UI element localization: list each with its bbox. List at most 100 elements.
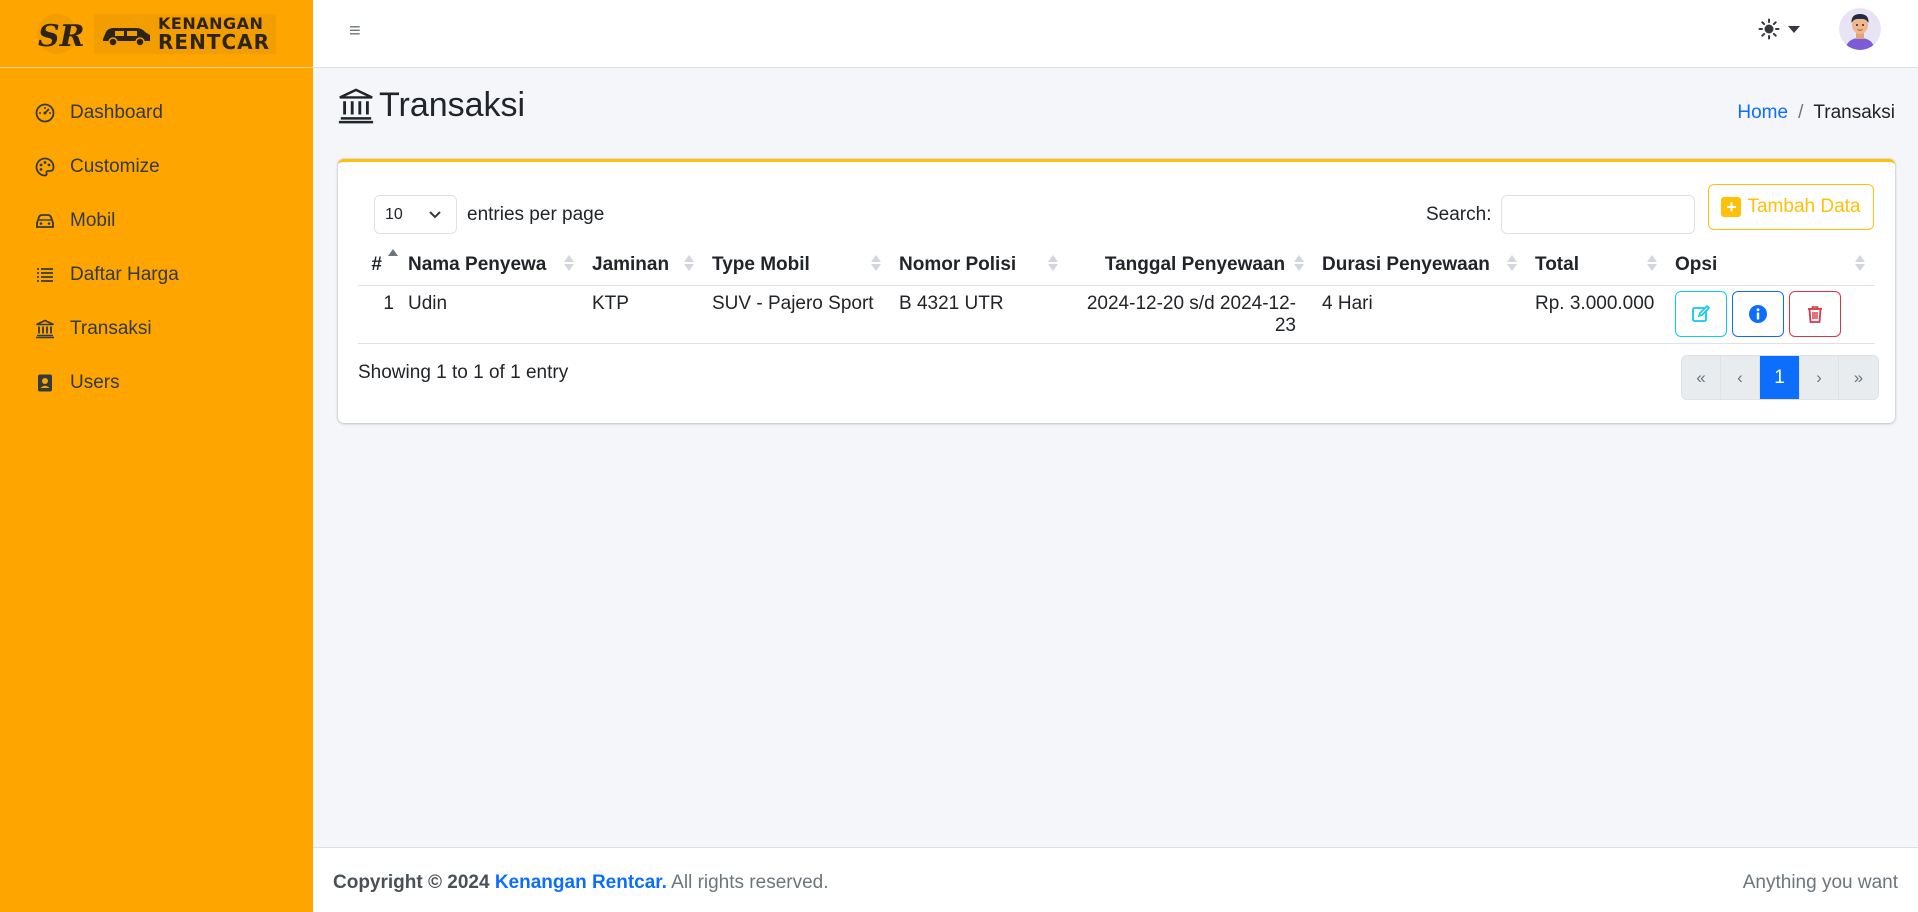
table-row: 1 Udin KTP SUV - Pajero Sport B 4321 UTR… — [358, 285, 1875, 344]
brand[interactable]: SR KENANGAN RENTCAR — [0, 0, 313, 68]
entries-per-page: 10 entries per page — [374, 195, 604, 234]
cell-durasi: 4 Hari — [1314, 285, 1527, 344]
edit-button[interactable] — [1675, 290, 1727, 337]
sidebar-item-label: Mobil — [70, 210, 116, 231]
sidebar-item-label: Users — [70, 372, 120, 393]
info-circle-icon — [1749, 304, 1767, 323]
page-current-button[interactable]: 1 — [1760, 356, 1800, 399]
brand-wordmark: KENANGAN RENTCAR — [94, 13, 276, 54]
page-title: Transaksi — [337, 86, 1897, 125]
col-header-opsi[interactable]: Opsi — [1667, 245, 1875, 286]
table-header-row: # Nama Penyewa Jaminan Type Mobil Nomor … — [358, 245, 1875, 286]
cell-type: SUV - Pajero Sport — [704, 285, 891, 344]
sort-icon — [1647, 255, 1657, 271]
sidebar-item-transaksi[interactable]: Transaksi — [0, 302, 313, 356]
cell-tanggal: 2024-12-20 s/d 2024-12-23 — [1068, 285, 1314, 344]
chevron-down-icon — [1788, 25, 1800, 33]
sort-icon — [1048, 255, 1058, 271]
add-data-button[interactable]: + Tambah Data — [1708, 184, 1874, 230]
search: Search: — [1426, 195, 1696, 234]
page-next-button[interactable]: › — [1800, 356, 1839, 399]
pencil-square-icon — [1692, 304, 1711, 322]
breadcrumb-current: Transaksi — [1813, 102, 1895, 123]
company-link[interactable]: Kenangan Rentcar. — [495, 872, 667, 893]
chevron-down-icon — [429, 210, 441, 218]
col-header-tanggal[interactable]: Tanggal Penyewaan — [1068, 245, 1314, 286]
menu-toggle-icon[interactable]: ≡ — [349, 20, 361, 43]
page-prev-button[interactable]: ‹ — [1721, 356, 1760, 399]
page-last-button[interactable]: » — [1839, 356, 1878, 399]
search-input[interactable] — [1501, 195, 1696, 234]
sort-icon — [1855, 255, 1865, 271]
brand-logo-icon: SR — [30, 12, 84, 56]
palette-icon — [34, 156, 56, 178]
car-icon — [34, 210, 56, 232]
copyright: Copyright © 2024 Kenangan Rentcar. All r… — [333, 872, 829, 894]
person-badge-icon — [34, 372, 56, 394]
car-logo-icon — [103, 27, 150, 47]
sidebar-item-daftar-harga[interactable]: Daftar Harga — [0, 248, 313, 302]
avatar[interactable] — [1839, 8, 1881, 50]
breadcrumb-home[interactable]: Home — [1737, 102, 1788, 124]
footer: Copyright © 2024 Kenangan Rentcar. All r… — [313, 847, 1918, 912]
sidebar-nav: Dashboard Customize Mobil Daftar Harga T… — [0, 68, 313, 410]
brand-line2: RENTCAR — [158, 29, 270, 54]
sidebar-item-label: Customize — [70, 156, 160, 177]
col-header-jaminan[interactable]: Jaminan — [584, 245, 704, 286]
sort-icon — [564, 255, 574, 271]
pagination: « ‹ 1 › » — [1681, 355, 1879, 400]
row-actions — [1675, 290, 1875, 337]
svg-text:SR: SR — [38, 19, 84, 54]
cell-no: 1 — [358, 285, 400, 344]
sidebar-item-mobil[interactable]: Mobil — [0, 194, 313, 248]
rights-text: All rights reserved. — [671, 872, 829, 893]
col-header-nama[interactable]: Nama Penyewa — [400, 245, 584, 286]
topbar: ≡ — [313, 0, 1918, 68]
col-header-total[interactable]: Total — [1527, 245, 1667, 286]
list-icon — [34, 264, 56, 286]
theme-toggle[interactable] — [1758, 18, 1800, 40]
col-header-type[interactable]: Type Mobil — [704, 245, 891, 286]
cell-total: Rp. 3.000.000 — [1527, 285, 1667, 344]
copyright-prefix: Copyright © 2024 — [333, 872, 490, 893]
sidebar: SR KENANGAN RENTCAR Dashboard Customize … — [0, 0, 313, 912]
speedometer-icon — [34, 102, 56, 124]
entries-select-value: 10 — [385, 205, 403, 223]
sidebar-item-dashboard[interactable]: Dashboard — [0, 86, 313, 140]
breadcrumb: Home / Transaksi — [1737, 102, 1895, 124]
sort-icon — [388, 249, 398, 265]
cell-jaminan: KTP — [584, 285, 704, 344]
sidebar-item-label: Dashboard — [70, 102, 163, 123]
search-label: Search: — [1426, 203, 1492, 225]
sidebar-item-customize[interactable]: Customize — [0, 140, 313, 194]
bank-icon — [34, 318, 56, 340]
entries-label: entries per page — [467, 203, 605, 225]
footer-tagline: Anything you want — [1742, 872, 1898, 893]
breadcrumb-separator: / — [1798, 102, 1804, 123]
sidebar-item-label: Daftar Harga — [70, 264, 179, 285]
sort-icon — [684, 255, 694, 271]
cell-opsi — [1667, 285, 1875, 344]
col-header-no[interactable]: # — [358, 245, 400, 286]
col-header-nopol[interactable]: Nomor Polisi — [891, 245, 1068, 286]
sidebar-item-users[interactable]: Users — [0, 356, 313, 410]
trash-icon — [1808, 305, 1822, 323]
bank-icon — [338, 87, 374, 123]
table-info: Showing 1 to 1 of 1 entry — [358, 362, 569, 383]
content-header: Transaksi Home / Transaksi — [337, 86, 1897, 136]
sort-icon — [1507, 255, 1517, 271]
delete-button[interactable] — [1789, 290, 1841, 337]
page-first-button[interactable]: « — [1682, 356, 1721, 399]
transaksi-card: + Tambah Data 10 entries per page Search… — [338, 159, 1895, 423]
sort-icon — [1294, 255, 1304, 271]
sort-icon — [871, 255, 881, 271]
sun-icon — [1758, 18, 1780, 40]
transaksi-table: # Nama Penyewa Jaminan Type Mobil Nomor … — [358, 245, 1875, 344]
add-data-label: Tambah Data — [1747, 196, 1861, 217]
cell-nama: Udin — [400, 285, 584, 344]
plus-square-icon: + — [1721, 197, 1742, 217]
cell-nopol: B 4321 UTR — [891, 285, 1068, 344]
entries-select[interactable]: 10 — [374, 195, 457, 234]
col-header-durasi[interactable]: Durasi Penyewaan — [1314, 245, 1527, 286]
detail-button[interactable] — [1732, 290, 1784, 337]
